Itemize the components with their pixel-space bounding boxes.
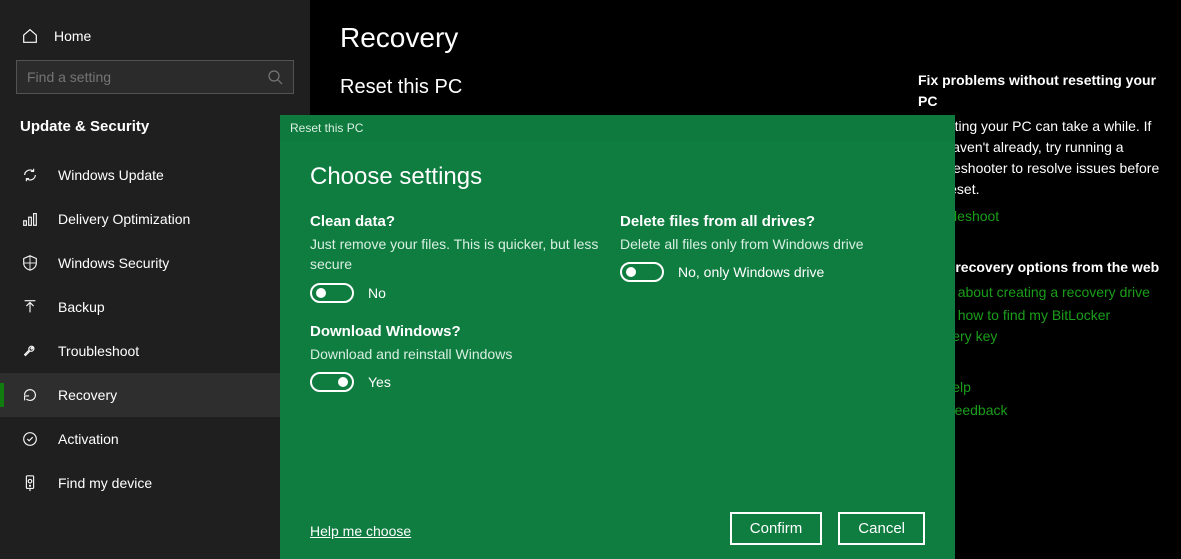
cancel-button[interactable]: Cancel [838,512,925,545]
delete-drives-title: Delete files from all drives? [620,213,925,230]
optimization-icon [20,209,40,229]
dialog-title-bar: Reset this PC [280,115,955,141]
location-icon [20,473,40,493]
home-label: Home [54,28,91,44]
recovery-icon [20,385,40,405]
clean-data-title: Clean data? [310,213,610,230]
page-title: Recovery [340,22,1151,54]
sidebar-item-label: Windows Security [58,255,169,271]
sidebar-item-find-my-device[interactable]: Find my device [0,461,310,505]
sidebar-item-label: Troubleshoot [58,343,139,359]
wrench-icon [20,341,40,361]
right-group1-title: Fix problems without resetting your PC [918,70,1163,112]
confirm-button[interactable]: Confirm [730,512,823,545]
home-nav[interactable]: Home [0,16,310,60]
sidebar-item-delivery-optimization[interactable]: Delivery Optimization [0,197,310,241]
sidebar-item-label: Activation [58,431,119,447]
help-me-choose-link[interactable]: Help me choose [310,523,411,539]
sidebar-item-windows-update[interactable]: Windows Update [0,153,310,197]
sidebar-item-label: Find my device [58,475,152,491]
nav-list: Windows Update Delivery Optimization Win… [0,153,310,505]
clean-data-desc: Just remove your files. This is quicker,… [310,234,610,275]
sidebar-item-label: Backup [58,299,105,315]
download-windows-toggle[interactable] [310,372,354,392]
sidebar-item-label: Windows Update [58,167,164,183]
reset-pc-dialog: Reset this PC Choose settings Clean data… [280,115,955,559]
search-input[interactable] [27,69,267,85]
delete-drives-toggle[interactable] [620,262,664,282]
sidebar-item-recovery[interactable]: Recovery [0,373,310,417]
sync-icon [20,165,40,185]
sidebar-item-label: Recovery [58,387,117,403]
download-windows-desc: Download and reinstall Windows [310,344,610,364]
section-title: Update & Security [0,112,310,153]
settings-sidebar: Home Update & Security Windows Update [0,0,310,559]
delete-drives-value: No, only Windows drive [678,264,824,280]
sidebar-item-activation[interactable]: Activation [0,417,310,461]
sidebar-item-backup[interactable]: Backup [0,285,310,329]
activation-icon [20,429,40,449]
shield-icon [20,253,40,273]
sidebar-item-label: Delivery Optimization [58,211,190,227]
download-windows-title: Download Windows? [310,323,610,340]
home-icon [20,26,40,46]
backup-icon [20,297,40,317]
dialog-heading: Choose settings [310,163,925,191]
sidebar-item-troubleshoot[interactable]: Troubleshoot [0,329,310,373]
clean-data-toggle[interactable] [310,283,354,303]
search-icon [267,69,283,85]
sidebar-item-windows-security[interactable]: Windows Security [0,241,310,285]
download-windows-value: Yes [368,374,391,390]
search-box[interactable] [16,60,294,94]
delete-drives-desc: Delete all files only from Windows drive [620,234,925,254]
clean-data-value: No [368,285,386,301]
